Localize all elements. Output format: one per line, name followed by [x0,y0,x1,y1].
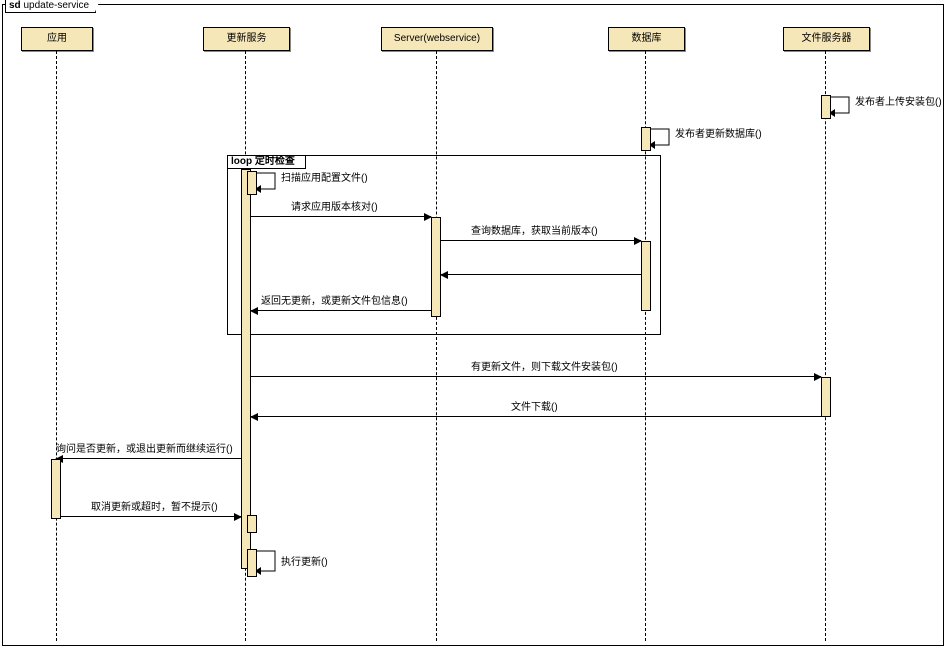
activation-file-2 [821,377,831,417]
activation-update-do [247,549,257,577]
diagram-canvas: sd update-service 应用 更新服务 Server(webserv… [0,0,946,648]
self-arrow-icon [257,171,281,195]
frame-title-tab: sd update-service [5,0,96,13]
arrow-left-icon [250,413,258,421]
activation-update-main [241,169,251,569]
participant-server: Server(webservice) [381,27,493,51]
frame-kind: sd [9,0,21,11]
arrow-left-icon [440,271,448,279]
lifeline-server [436,51,437,641]
arrow-right-icon [234,513,242,521]
msg-db-return [441,261,641,275]
activation-file-1 [821,95,831,119]
participant-update: 更新服务 [203,27,290,51]
msg-query-db: 查询数据库，获取当前版本() [441,227,641,241]
msg-req-version: 请求应用版本核对() [251,203,431,217]
participant-file: 文件服务器 [783,27,870,51]
lifeline-app [56,51,57,641]
participant-app: 应用 [21,27,93,51]
activation-db-2 [641,241,651,311]
self-arrow-icon [831,95,855,119]
msg-download-done: 文件下载() [251,403,821,417]
msg-ask-user: 询问是否更新，或退出更新而继续运行() [56,445,241,459]
activation-update-cancel [247,515,257,533]
activation-update-scan [247,171,257,195]
frame-name: update-service [23,0,89,11]
diagram-frame: sd update-service 应用 更新服务 Server(webserv… [2,4,944,646]
loop-tab: loop 定时检查 [227,155,306,169]
arrow-left-icon [250,307,258,315]
activation-server-1 [431,217,441,317]
activation-app-1 [51,459,61,519]
lifeline-file [825,51,826,641]
self-arrow-icon [651,127,675,151]
activation-db-1 [641,127,651,151]
participant-db: 数据库 [608,27,685,51]
msg-return-info: 返回无更新，或更新文件包信息() [251,297,431,311]
self-arrow-icon [257,549,281,577]
msg-cancel-opt: 取消更新或超时，暂不提示() [61,503,241,517]
msg-download-req: 有更新文件，则下载文件安装包() [251,363,821,377]
